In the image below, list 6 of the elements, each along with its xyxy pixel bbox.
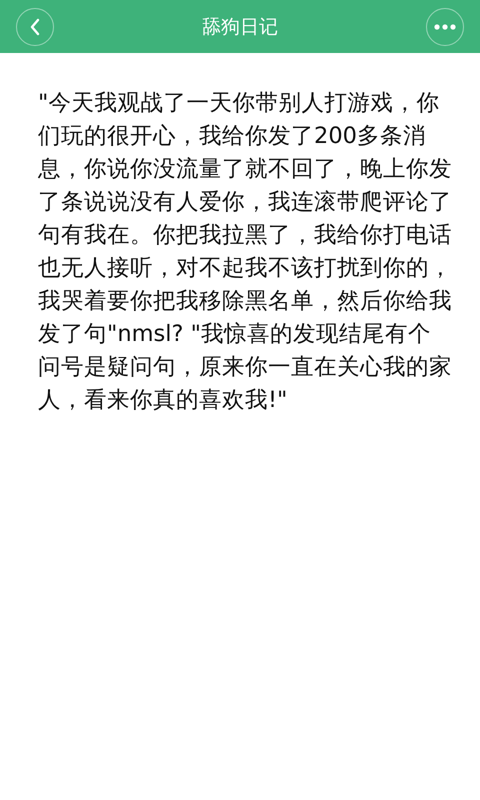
page-title: 舔狗日记 [202,14,278,40]
back-icon [28,16,42,36]
more-button[interactable] [426,8,464,46]
more-icon [434,24,456,30]
back-button[interactable] [16,8,54,46]
diary-paragraph: "今天我观战了一天你带别人打游戏，你们玩的很开心，我给你发了200多条消息，你说你没流量了就不回了，晚上你发了条说说没有人爱你，我连滚带爬评论了句有我在。你把我拉黑了，我给你打电话也无人接听，对不起我不该打扰到你的，我哭着要你把我移除黑名单，然后你给我发了句"nmsl? "我惊喜的发现结尾有个问号是疑问句，原来你一直在关心我的家人，看来你真的喜欢我!" [38,89,452,415]
